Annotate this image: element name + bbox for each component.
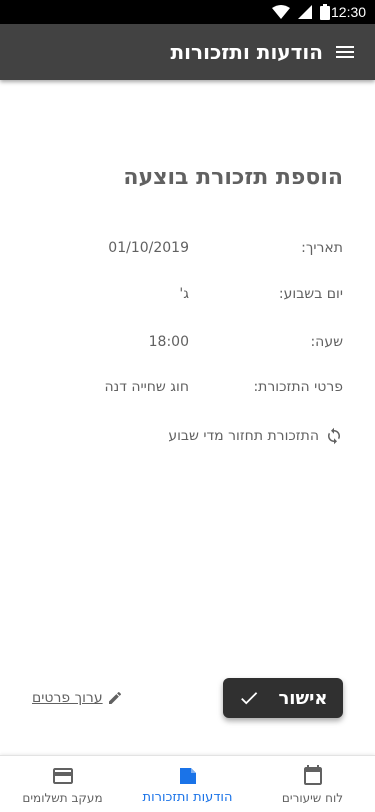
details-row: פרטי התזכורת: חוג שחייה דנה bbox=[89, 375, 344, 399]
nav-label-messages: הודעות ותזכורות bbox=[142, 790, 233, 805]
time-row: שעה: 18:00 bbox=[89, 330, 343, 354]
date-label: תאריך: bbox=[301, 240, 343, 256]
recurrence-text: התזכורת תחזור מדי שבוע bbox=[168, 428, 319, 444]
details-label: פרטי התזכורת: bbox=[253, 379, 343, 395]
status-bar: 12:30 bbox=[0, 0, 375, 24]
app-bar: הודעות ותזכורות bbox=[0, 24, 375, 80]
bottom-nav: מעקב תשלומים הודעות ותזכורות לוח שיעורים bbox=[0, 755, 375, 812]
battery-icon bbox=[320, 4, 330, 20]
message-icon bbox=[179, 768, 196, 784]
time-value: 18:00 bbox=[148, 334, 189, 350]
date-value: 01/10/2019 bbox=[108, 240, 189, 256]
date-row: תאריך: 01/10/2019 bbox=[89, 236, 343, 260]
confirm-label: אישור bbox=[278, 687, 328, 709]
pencil-icon bbox=[108, 691, 121, 704]
details-value: חוג שחייה דנה bbox=[104, 379, 190, 395]
menu-icon[interactable] bbox=[333, 40, 357, 64]
calendar-icon bbox=[303, 765, 322, 785]
app-title: הודעות ותזכורות bbox=[170, 40, 323, 64]
recurrence-info: התזכורת תחזור מדי שבוע bbox=[168, 424, 343, 448]
edit-details-label: ערוך פרטים bbox=[32, 690, 103, 706]
credit-card-icon bbox=[52, 768, 73, 784]
page-title: הוספת תזכורת בוצעה bbox=[123, 165, 343, 190]
cellular-icon bbox=[298, 5, 312, 19]
nav-label-schedule: לוח שיעורים bbox=[281, 791, 344, 805]
repeat-icon bbox=[328, 427, 340, 445]
time-label: שעה: bbox=[310, 334, 343, 350]
day-label: יום בשבוע: bbox=[278, 286, 343, 302]
nav-item-payments[interactable]: מעקב תשלומים bbox=[0, 756, 125, 812]
status-icons bbox=[272, 4, 338, 20]
confirm-button[interactable]: אישור bbox=[223, 678, 343, 718]
nav-label-payments: מעקב תשלומים bbox=[22, 791, 103, 805]
check-icon bbox=[241, 692, 258, 705]
nav-item-messages[interactable]: הודעות ותזכורות bbox=[125, 756, 250, 812]
nav-item-schedule[interactable]: לוח שיעורים bbox=[250, 756, 375, 812]
day-row: יום בשבוע: ג' bbox=[89, 282, 343, 306]
edit-details-link[interactable]: ערוך פרטים bbox=[32, 686, 123, 710]
wifi-icon bbox=[272, 5, 290, 19]
status-time: 12:30 bbox=[331, 4, 367, 20]
day-value: ג' bbox=[179, 286, 189, 302]
